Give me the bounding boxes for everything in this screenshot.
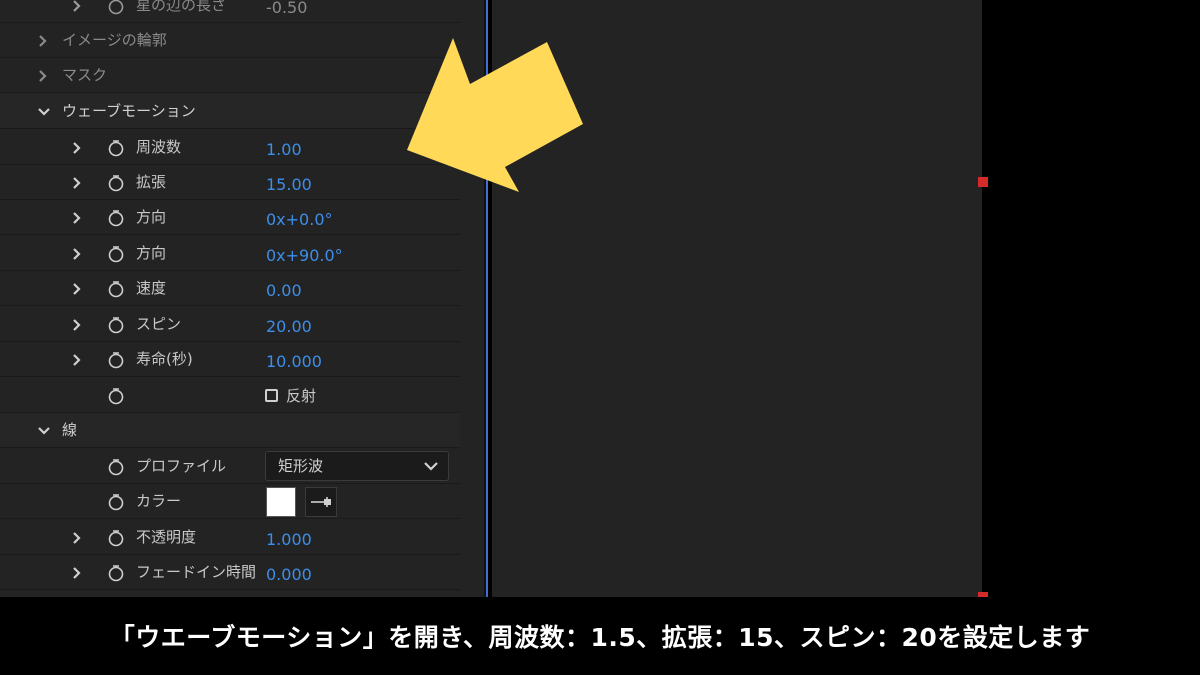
pointer-arrow-icon [407, 38, 583, 192]
caption-text: 「ウエーブモーション」を開き、周波数：1.5、拡張：15、スピン：20を設定しま… [109, 623, 1091, 652]
instruction-caption: 「ウエーブモーション」を開き、周波数：1.5、拡張：15、スピン：20を設定しま… [0, 597, 1200, 675]
